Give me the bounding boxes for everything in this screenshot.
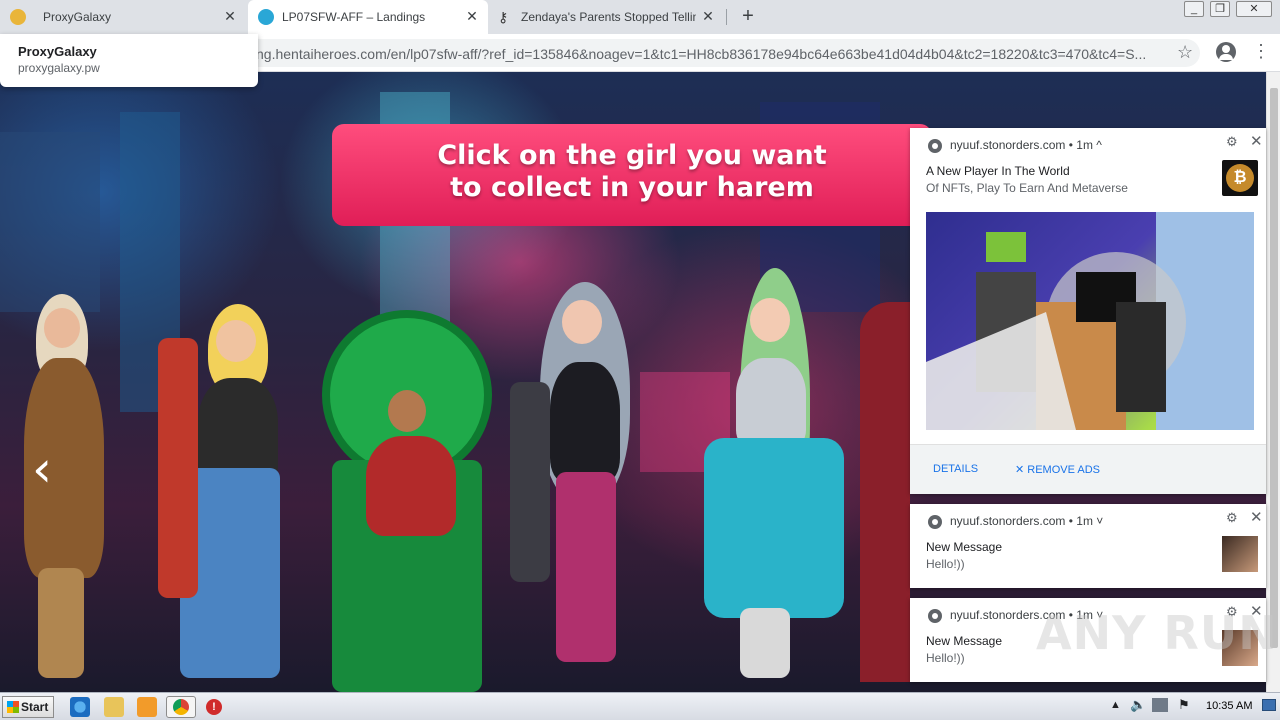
url-text: ng.hentaiheroes.com/en/lp07sfw-aff/?ref_… [256, 46, 1147, 62]
tab-zendaya[interactable]: ⚷ Zendaya's Parents Stopped Telling H ✕ [488, 0, 724, 34]
notification-title: A New Player In The World [926, 164, 1070, 178]
start-button[interactable]: Start [2, 696, 54, 718]
tray-expand-icon[interactable]: ▲ [1110, 699, 1121, 711]
network-icon[interactable] [1152, 698, 1168, 712]
clock[interactable]: 10:35 AM [1206, 700, 1252, 712]
menu-kebab-icon[interactable]: ⋮ [1252, 41, 1270, 61]
key-icon: ⚷ [498, 9, 509, 25]
character-3[interactable] [322, 310, 492, 692]
character-5[interactable] [696, 268, 856, 692]
notification-body: Hello!)) [926, 557, 965, 571]
notification-title: New Message [926, 634, 1003, 648]
character-2[interactable] [150, 298, 300, 692]
chrome-icon [928, 609, 942, 623]
stop-icon[interactable]: ! [206, 699, 222, 715]
taskbar: Start ! ▲ 🔈 ⚑ 10:35 AM [0, 692, 1280, 720]
minimize-button[interactable]: _ [1184, 1, 1204, 17]
close-icon[interactable]: ✕ [1250, 132, 1263, 150]
chrome-icon [928, 139, 942, 153]
details-button[interactable]: DETAILS [933, 463, 978, 475]
volume-icon[interactable]: 🔈 [1130, 697, 1146, 713]
headline-line-2: to collect in your harem [450, 172, 814, 203]
tab-title: Zendaya's Parents Stopped Telling H [521, 10, 696, 24]
show-desktop-icon[interactable] [1262, 699, 1276, 711]
character-6[interactable] [860, 302, 910, 682]
profile-icon[interactable] [1216, 42, 1236, 62]
tab-landings[interactable]: LP07SFW-AFF – Landings ✕ [248, 0, 488, 34]
bookmark-star-icon[interactable]: ☆ [1177, 42, 1193, 63]
notification-message-1[interactable]: nyuuf.stonorders.com • 1m ˅ ⚙ ✕ New Mess… [910, 504, 1266, 588]
new-tab-icon[interactable]: + [737, 5, 759, 27]
scrollbar-thumb[interactable] [1270, 88, 1278, 648]
maximize-button[interactable]: ❐ [1210, 1, 1230, 17]
tab-proxygalaxy[interactable]: ProxyGalaxy ✕ [0, 0, 246, 34]
notification-title: New Message [926, 540, 1003, 554]
gear-icon[interactable]: ⚙ [1226, 134, 1238, 150]
proxygalaxy-favicon-icon [10, 9, 26, 25]
notification-body: Hello!)) [926, 651, 965, 665]
media-player-icon[interactable] [137, 697, 157, 717]
folder-icon[interactable] [104, 697, 124, 717]
hover-card-title: ProxyGalaxy [18, 44, 97, 59]
notification-body: Of NFTs, Play To Earn And Metaverse [926, 181, 1128, 195]
previous-arrow-icon[interactable]: ‹ [32, 444, 52, 494]
tab-title: LP07SFW-AFF – Landings [282, 10, 426, 24]
headline-line-1: Click on the girl you want [437, 140, 827, 171]
character-4[interactable] [500, 272, 670, 692]
close-window-button[interactable]: ✕ [1236, 1, 1272, 17]
hover-card-url: proxygalaxy.pw [18, 61, 100, 75]
notification-hero-image [926, 212, 1254, 430]
flag-icon[interactable]: ⚑ [1178, 697, 1190, 713]
tab-close-icon[interactable]: ✕ [464, 8, 480, 24]
tab-title: ProxyGalaxy [43, 10, 112, 24]
start-label: Start [21, 700, 49, 714]
hentaiheroes-favicon-icon [258, 9, 274, 25]
internet-explorer-icon[interactable] [70, 697, 90, 717]
address-bar[interactable]: ng.hentaiheroes.com/en/lp07sfw-aff/?ref_… [232, 39, 1200, 67]
tab-close-icon[interactable]: ✕ [700, 8, 716, 24]
chevron-down-icon[interactable]: ˅ [1096, 514, 1103, 528]
notification-nft[interactable]: nyuuf.stonorders.com • 1m ^ ⚙ ✕ A New Pl… [910, 128, 1266, 494]
anyrun-watermark: ANY RUN [1036, 606, 1278, 660]
character-1[interactable] [10, 288, 120, 692]
tab-separator [726, 9, 727, 25]
notification-actions: DETAILS ✕ REMOVE ADS [910, 444, 1266, 494]
notification-source: nyuuf.stonorders.com • 1m ^ [950, 138, 1102, 152]
chevron-up-icon[interactable]: ^ [1096, 138, 1102, 152]
close-icon[interactable]: ✕ [1250, 508, 1263, 526]
tab-hover-card: ProxyGalaxy proxygalaxy.pw [0, 34, 258, 87]
avatar [1222, 536, 1258, 572]
notification-source: nyuuf.stonorders.com • 1m ˅ [950, 514, 1104, 528]
bitcoin-icon: ₿ [1222, 160, 1258, 196]
remove-ads-button[interactable]: ✕ REMOVE ADS [1015, 463, 1100, 476]
page-scrollbar[interactable] [1266, 72, 1280, 692]
chrome-taskbar-icon[interactable] [166, 696, 196, 718]
windows-logo-icon [7, 701, 19, 713]
gear-icon[interactable]: ⚙ [1226, 510, 1238, 526]
chrome-icon [928, 515, 942, 529]
nft-collage-illustration [926, 212, 1254, 430]
tab-close-icon[interactable]: ✕ [222, 8, 238, 24]
tab-strip: ProxyGalaxy ✕ LP07SFW-AFF – Landings ✕ ⚷… [0, 0, 1280, 34]
